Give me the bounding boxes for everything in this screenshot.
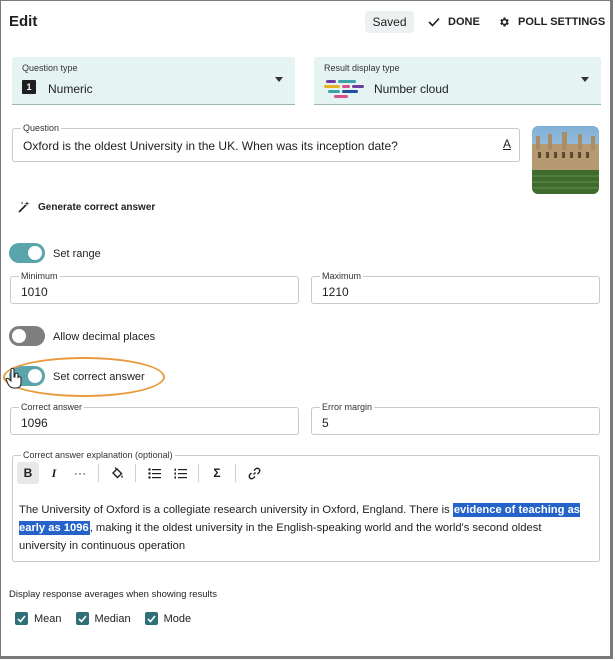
edit-panel: Edit Saved DONE POLL SETTINGS Question t…	[0, 0, 613, 659]
maximum-field[interactable]: Maximum 1210	[311, 271, 600, 304]
minimum-label: Minimum	[19, 271, 60, 281]
chevron-down-icon	[581, 77, 589, 82]
numbered-list-icon	[174, 468, 187, 479]
checkbox-checked-icon	[15, 612, 28, 625]
question-field[interactable]: Question Oxford is the oldest University…	[12, 123, 520, 162]
poll-settings-button[interactable]: POLL SETTINGS	[498, 16, 605, 28]
mode-label: Mode	[163, 612, 192, 625]
done-button[interactable]: DONE	[428, 16, 480, 28]
result-display-value: Number cloud	[374, 82, 449, 96]
highlight-ring	[3, 357, 165, 397]
link-button[interactable]	[243, 462, 265, 484]
minimum-field[interactable]: Minimum 1010	[10, 271, 299, 304]
gear-icon	[500, 17, 509, 27]
set-range-label: Set range	[53, 248, 101, 260]
italic-button[interactable]: I	[43, 462, 65, 484]
mode-checkbox[interactable]: Mode	[144, 612, 192, 625]
maximum-value: 1210	[322, 285, 349, 299]
checkbox-checked-icon	[144, 612, 158, 625]
formula-button[interactable]: Σ	[206, 462, 228, 484]
bullet-list-button[interactable]	[143, 462, 165, 484]
mean-label: Mean	[34, 612, 62, 625]
error-margin-label: Error margin	[320, 402, 375, 412]
explanation-text[interactable]: The University of Oxford is a collegiate…	[19, 501, 591, 555]
magic-wand-icon	[18, 201, 30, 213]
median-label: Median	[94, 612, 131, 625]
chevron-down-icon	[275, 77, 283, 82]
check-icon	[428, 17, 440, 27]
explanation-text-before: The University of Oxford is a collegiate…	[19, 504, 453, 516]
decimal-toggle[interactable]	[9, 326, 45, 346]
question-text: Oxford is the oldest University in the U…	[23, 139, 398, 153]
paint-bucket-icon	[111, 466, 123, 478]
question-type-value: Numeric	[48, 82, 93, 96]
generate-answer-button[interactable]: Generate correct answer	[18, 201, 155, 213]
done-label: DONE	[448, 16, 480, 28]
fill-color-button[interactable]	[106, 462, 128, 484]
error-margin-field[interactable]: Error margin 5	[311, 402, 600, 435]
saved-badge: Saved	[365, 11, 414, 33]
averages-options: Mean Median Mode	[15, 612, 205, 625]
link-icon	[248, 467, 260, 479]
explanation-editor[interactable]: Correct answer explanation (optional) B …	[12, 450, 600, 562]
bullet-list-icon	[147, 467, 161, 479]
set-range-toggle[interactable]	[9, 243, 45, 263]
maximum-label: Maximum	[320, 271, 364, 281]
minimum-value: 1010	[21, 285, 48, 299]
checkbox-checked-icon	[75, 612, 89, 625]
explanation-label: Correct answer explanation (optional)	[21, 450, 175, 460]
decimal-label: Allow decimal places	[53, 331, 156, 343]
generate-answer-label: Generate correct answer	[38, 201, 156, 213]
bold-button[interactable]: B	[17, 462, 39, 484]
poll-settings-label: POLL SETTINGS	[518, 16, 606, 28]
more-button[interactable]: ···	[69, 462, 91, 484]
error-margin-value: 5	[322, 416, 329, 430]
correct-answer-value: 1096	[21, 416, 48, 430]
mean-checkbox[interactable]: Mean	[15, 612, 62, 625]
result-display-label: Result display type	[324, 63, 400, 73]
correct-answer-label: Correct answer	[19, 402, 85, 412]
question-type-label: Question type	[22, 63, 78, 73]
correct-answer-field[interactable]: Correct answer 1096	[10, 402, 299, 435]
number-cloud-icon	[324, 80, 364, 98]
question-label: Question	[21, 123, 62, 133]
editor-toolbar: B I ··· Σ	[17, 462, 269, 484]
question-type-select[interactable]: Question type 1 Numeric	[12, 57, 295, 105]
median-checkbox[interactable]: Median	[75, 612, 131, 625]
page-title: Edit	[9, 13, 38, 30]
result-display-select[interactable]: Result display type Number cloud	[314, 57, 601, 105]
text-format-icon[interactable]: A	[503, 137, 511, 151]
numbered-list-button[interactable]	[169, 462, 191, 484]
numeric-icon: 1	[22, 80, 36, 94]
explanation-text-after: , making it the oldest university in the…	[19, 522, 542, 552]
averages-title: Display response averages when showing r…	[9, 589, 218, 600]
question-image-thumbnail[interactable]	[532, 126, 599, 194]
hand-cursor-icon	[5, 367, 22, 389]
